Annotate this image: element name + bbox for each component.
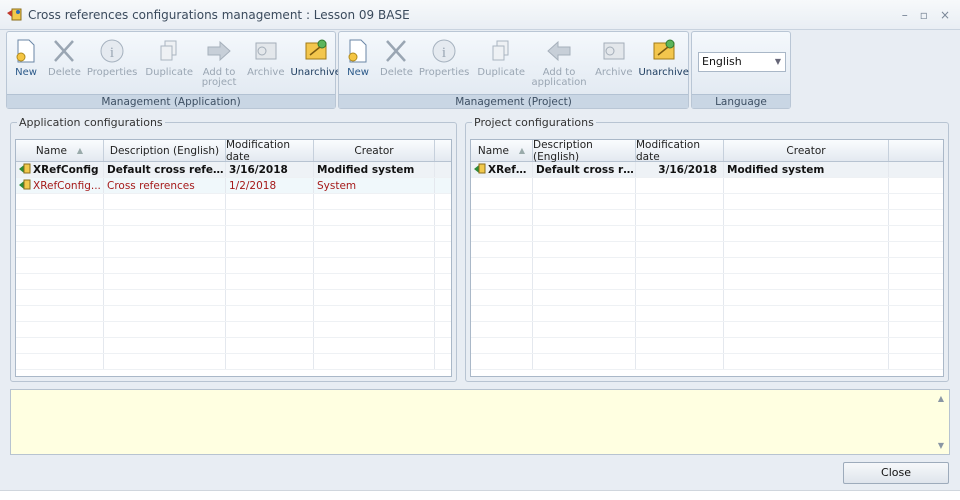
project-new-button[interactable]: New (339, 34, 377, 78)
column-header-description[interactable]: Description (English) (104, 140, 226, 161)
project-configurations-panel: Project configurations Name ▲ Description… (465, 116, 949, 382)
minimize-button[interactable]: – (902, 8, 908, 22)
column-header-name[interactable]: Name ▲ (471, 140, 533, 161)
project-properties-button[interactable]: i Properties (416, 34, 473, 78)
column-header-name[interactable]: Name ▲ (16, 140, 104, 161)
ribbon-group-label: Management (Project) (339, 94, 688, 108)
app-icon (6, 7, 24, 23)
project-delete-button[interactable]: Delete (377, 34, 416, 78)
app-new-button[interactable]: New (7, 34, 45, 78)
unarchive-icon (648, 34, 680, 68)
maximize-button[interactable]: ▫ (920, 8, 928, 22)
ribbon-group-language: English ▼ Language (691, 31, 791, 109)
info-icon: i (96, 34, 128, 68)
delete-x-icon (380, 34, 412, 68)
chevron-down-icon: ▼ (774, 57, 781, 66)
application-configurations-grid[interactable]: Name ▲ Description (English) Modification… (15, 139, 452, 377)
window-title: Cross references configurations manageme… (28, 7, 410, 22)
arrow-left-icon (543, 34, 575, 68)
table-row[interactable]: XRefC... Default cross refe... 3/16/2018… (471, 162, 943, 178)
app-duplicate-button[interactable]: Duplicate (142, 34, 196, 78)
close-window-button[interactable]: × (940, 8, 950, 22)
column-header-creator[interactable]: Creator (724, 140, 889, 161)
new-doc-icon (10, 34, 42, 68)
project-archive-button[interactable]: Archive (592, 34, 635, 78)
delete-x-icon (48, 34, 80, 68)
project-unarchive-button[interactable]: Unarchive (635, 34, 691, 78)
app-add-to-project-button[interactable]: Add to project (196, 34, 242, 88)
scroll-up-icon[interactable]: ▲ (938, 394, 944, 403)
xref-config-icon (18, 179, 32, 191)
sort-ascending-icon: ▲ (518, 146, 526, 155)
ribbon-group-label: Language (692, 94, 790, 108)
ribbon-group-application: New Delete i Properties Duplicate Add to… (6, 31, 341, 109)
app-unarchive-button[interactable]: Unarchive (287, 34, 343, 78)
table-row[interactable]: XRefConfig Default cross referen... 3/16… (16, 162, 451, 178)
archive-icon (598, 34, 630, 68)
ribbon: New Delete i Properties Duplicate Add to… (6, 31, 791, 109)
unarchive-icon (300, 34, 332, 68)
app-archive-button[interactable]: Archive (244, 34, 287, 78)
arrow-right-icon (203, 34, 235, 68)
xref-config-icon (18, 163, 32, 175)
app-delete-button[interactable]: Delete (45, 34, 84, 78)
svg-text:i: i (442, 45, 446, 61)
column-header-modification-date[interactable]: Modification date (636, 140, 724, 163)
scroll-down-icon[interactable]: ▼ (938, 441, 944, 450)
info-icon: i (428, 34, 460, 68)
table-row[interactable]: XRefConfig... Cross references 1/2/2018 … (16, 178, 451, 194)
column-header-modification-date[interactable]: Modification date (226, 140, 314, 163)
panel-title: Application configurations (17, 116, 165, 129)
project-configurations-grid[interactable]: Name ▲ Description (English) Modification… (470, 139, 944, 377)
duplicate-icon (485, 34, 517, 68)
application-configurations-panel: Application configurations Name ▲ Descrip… (10, 116, 457, 382)
column-header-creator[interactable]: Creator (314, 140, 435, 161)
language-select[interactable]: English ▼ (698, 52, 786, 72)
grid-header: Name ▲ Description (English) Modification… (471, 140, 943, 163)
new-doc-icon (342, 34, 374, 68)
archive-icon (250, 34, 282, 68)
grid-header: Name ▲ Description (English) Modification… (16, 140, 451, 163)
xref-config-icon (473, 163, 487, 175)
svg-text:i: i (110, 45, 114, 61)
title-bar: Cross references configurations manageme… (0, 0, 960, 30)
column-header-description[interactable]: Description (English) (533, 140, 636, 163)
background-strip (0, 490, 960, 500)
project-duplicate-button[interactable]: Duplicate (474, 34, 528, 78)
close-button[interactable]: Close (843, 462, 949, 484)
ribbon-group-label: Management (Application) (7, 94, 335, 108)
panel-title: Project configurations (472, 116, 596, 129)
ribbon-group-project: New Delete i Properties Duplicate Add to… (338, 31, 689, 109)
duplicate-icon (153, 34, 185, 68)
app-properties-button[interactable]: i Properties (84, 34, 141, 78)
sort-ascending-icon: ▲ (76, 146, 84, 155)
project-add-to-application-button[interactable]: Add to application (528, 34, 590, 88)
description-textarea[interactable]: ▲ ▼ (10, 389, 950, 455)
language-selected-value: English (702, 55, 742, 68)
